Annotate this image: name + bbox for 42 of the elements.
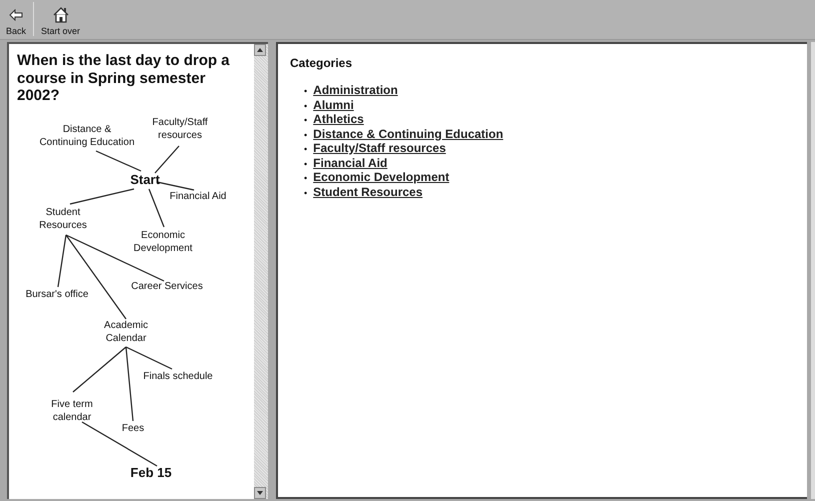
category-link[interactable]: Financial Aid — [313, 156, 388, 170]
scroll-up-button[interactable] — [254, 44, 266, 56]
question-heading: When is the last day to drop a course in Spring semester 2002? — [17, 52, 231, 104]
map-label: Start — [130, 173, 160, 187]
back-button[interactable]: Back — [2, 2, 30, 38]
map-label: Feb 15 — [130, 466, 172, 480]
bullet: • — [304, 128, 308, 142]
bullet: • — [304, 172, 308, 185]
bullet: • — [304, 143, 308, 156]
map-label: Career Services — [131, 281, 203, 294]
bullet: • — [304, 186, 308, 200]
category-link[interactable]: Athletics — [313, 113, 364, 126]
map-label: Finals schedule — [143, 371, 213, 384]
start-over-button[interactable]: Start over — [37, 2, 84, 38]
bullet: • — [304, 158, 308, 170]
connector-line — [96, 150, 142, 172]
back-arrow-icon — [9, 9, 23, 21]
map-label: Five term calendar — [51, 399, 93, 424]
bullet: • — [304, 85, 308, 98]
categories-heading: Categories — [290, 55, 354, 72]
category-link[interactable]: Faculty/Staff resources — [313, 142, 446, 156]
map-label: Economic Development — [134, 230, 192, 255]
category-link[interactable]: Student Resources — [313, 186, 423, 199]
map-label: Academic Calendar — [104, 320, 148, 345]
scroll-down-button[interactable] — [254, 487, 266, 499]
bullet: • — [304, 114, 308, 127]
map-label: Fees — [122, 423, 144, 436]
category-link[interactable]: Administration — [313, 84, 398, 98]
map-label: Financial Aid — [170, 191, 226, 204]
connector-line — [70, 188, 134, 205]
scrollbar[interactable] — [811, 42, 815, 499]
map-label: Faculty/Staff resources — [152, 117, 208, 142]
connector-line — [154, 146, 180, 174]
home-icon — [52, 6, 70, 24]
category-link[interactable]: Alumni — [313, 98, 354, 112]
map-label: Bursar's office — [26, 289, 88, 302]
map-label: Distance & Continuing Education — [39, 124, 135, 149]
bullet: • — [304, 100, 308, 112]
category-link[interactable]: Distance & Continuing Education — [313, 128, 504, 141]
category-link[interactable]: Economic Development — [313, 171, 450, 184]
map-label: Student Resources — [39, 207, 87, 232]
scrollbar[interactable] — [254, 42, 268, 499]
